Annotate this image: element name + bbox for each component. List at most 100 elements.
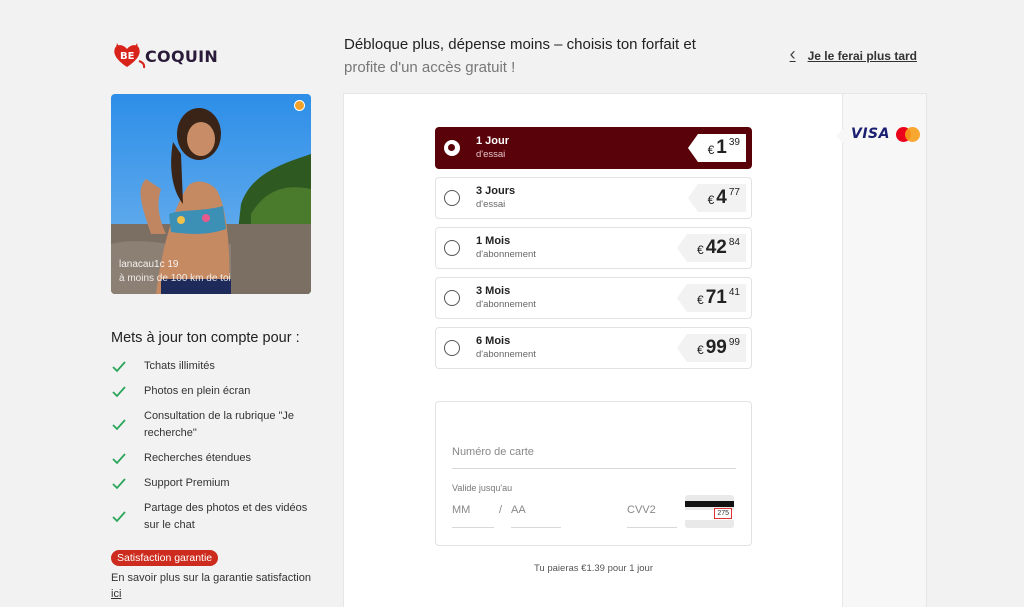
cvv-underline: [627, 527, 677, 528]
price-currency: €: [697, 293, 704, 307]
radio-button[interactable]: [444, 140, 460, 156]
radio-button[interactable]: [444, 290, 460, 306]
plan-option-6-mois[interactable]: 6 Mois d'abonnement € 99 99: [435, 327, 752, 369]
plan-option-3-jours[interactable]: 3 Jours d'essai € 4 77: [435, 177, 752, 219]
chevron-left-icon: ‹: [789, 44, 796, 64]
visa-logo: VISA: [851, 126, 890, 142]
page-headline: Débloque plus, dépense moins – choisis t…: [344, 33, 764, 79]
plan-type: d'abonnement: [476, 249, 536, 260]
plan-type: d'essai: [476, 149, 506, 160]
expiry-year-input[interactable]: AA: [511, 504, 526, 516]
price-integer: 1: [716, 137, 727, 158]
price-currency: €: [697, 243, 704, 257]
payment-summary: Tu paieras €1.39 pour 1 jour: [533, 563, 653, 574]
profile-name: lanacau1c 19: [119, 259, 179, 270]
price-currency: €: [697, 343, 704, 357]
devil-heart-icon: BE: [111, 37, 147, 71]
skip-link[interactable]: ‹ Je le ferai plus tard: [789, 44, 917, 66]
plan-name: 3 Jours: [476, 185, 516, 197]
benefit-item: Recherches étendues: [111, 450, 311, 467]
benefit-label: Partage des photos et des vidéos sur le …: [144, 502, 308, 531]
price-currency: €: [707, 143, 715, 157]
profile-card[interactable]: lanacau1c 19 à moins de 100 km de toi: [111, 94, 311, 294]
plan-option-1-jour[interactable]: 1 Jour d'essai € 1 39: [435, 127, 752, 169]
cvv-hint-card-icon: 275: [685, 495, 734, 528]
headline-text: Débloque plus, dépense moins – choisis t…: [344, 36, 696, 53]
checkmark-icon: [112, 419, 126, 431]
plan-price: € 71 41: [677, 284, 746, 312]
payment-logos: VISA: [851, 126, 920, 142]
benefit-label: Support Premium: [144, 477, 230, 489]
mastercard-icon: [895, 126, 920, 142]
price-integer: 42: [705, 237, 727, 258]
plan-labels: 6 Mois d'abonnement: [476, 334, 536, 362]
skip-link-label: Je le ferai plus tard: [807, 48, 917, 63]
benefits-list: Tchats illimités Photos en plein écran C…: [111, 358, 311, 542]
plan-labels: 3 Jours d'essai: [476, 184, 515, 212]
card-form: Numéro de carte Valide jusqu'au MM / AA …: [435, 401, 752, 546]
online-status-dot: [294, 100, 305, 111]
headline-subtext: profite d'un accès gratuit !: [344, 59, 516, 76]
checkmark-icon: [112, 477, 126, 489]
cvv-example: 275: [714, 508, 732, 519]
plan-list: 1 Jour d'essai € 1 39 3 Jours d'essai € …: [435, 127, 752, 377]
benefits-title: Mets à jour ton compte pour :: [111, 330, 300, 346]
benefit-label: Photos en plein écran: [144, 385, 251, 397]
checkmark-icon: [112, 385, 126, 397]
guarantee-link[interactable]: ici: [111, 588, 121, 600]
brand-logo[interactable]: BE COQUIN: [111, 37, 218, 71]
expiry-month-underline: [452, 527, 494, 528]
plan-option-1-mois[interactable]: 1 Mois d'abonnement € 42 84: [435, 227, 752, 269]
logo-heart-text: BE: [120, 51, 135, 62]
radio-button[interactable]: [444, 340, 460, 356]
plan-option-3-mois[interactable]: 3 Mois d'abonnement € 71 41: [435, 277, 752, 319]
benefit-item: Partage des photos et des vidéos sur le …: [111, 500, 311, 534]
benefit-label: Consultation de la rubrique "Je recherch…: [144, 410, 295, 439]
plan-labels: 1 Mois d'abonnement: [476, 234, 536, 262]
price-integer: 71: [705, 287, 727, 308]
price-decimal: 41: [728, 287, 740, 298]
expiry-label: Valide jusqu'au: [452, 483, 513, 493]
plan-name: 1 Mois: [476, 235, 511, 247]
benefit-label: Tchats illimités: [144, 360, 215, 372]
plan-name: 3 Mois: [476, 285, 511, 297]
benefit-item: Consultation de la rubrique "Je recherch…: [111, 408, 311, 442]
benefit-item: Support Premium: [111, 475, 311, 492]
satisfaction-badge: Satisfaction garantie: [111, 550, 219, 566]
price-integer: 4: [716, 187, 727, 208]
radio-button[interactable]: [444, 240, 460, 256]
card-number-input[interactable]: Numéro de carte: [452, 446, 534, 458]
guarantee-text: En savoir plus sur la garantie satisfact…: [111, 572, 311, 584]
plan-price: € 42 84: [677, 234, 746, 262]
benefit-label: Recherches étendues: [144, 452, 252, 464]
plan-name: 6 Mois: [476, 335, 511, 347]
plan-price: € 4 77: [687, 184, 746, 212]
plan-price: € 1 39: [687, 134, 746, 162]
expiry-separator: /: [499, 504, 503, 516]
guarantee-info: En savoir plus sur la garantie satisfact…: [111, 570, 311, 602]
expiry-month-input[interactable]: MM: [452, 504, 470, 516]
price-integer: 99: [705, 337, 727, 358]
plan-price: € 99 99: [677, 334, 746, 362]
price-decimal: 77: [728, 187, 740, 198]
plan-type: d'essai: [476, 199, 506, 210]
plan-type: d'abonnement: [476, 299, 536, 310]
plan-labels: 3 Mois d'abonnement: [476, 284, 536, 312]
radio-button[interactable]: [444, 190, 460, 206]
benefit-item: Tchats illimités: [111, 358, 311, 375]
benefit-item: Photos en plein écran: [111, 383, 311, 400]
price-decimal: 99: [728, 337, 740, 348]
payment-methods-panel: [843, 93, 927, 607]
price-decimal: 84: [728, 237, 740, 248]
expiry-year-underline: [511, 527, 561, 528]
logo-text: COQUIN: [145, 46, 219, 66]
checkmark-icon: [112, 511, 126, 523]
plan-name: 1 Jour: [476, 135, 510, 147]
checkmark-icon: [112, 360, 126, 372]
cvv-input[interactable]: CVV2: [627, 504, 656, 516]
checkmark-icon: [112, 452, 126, 464]
price-decimal: 39: [728, 137, 740, 148]
plan-type: d'abonnement: [476, 349, 536, 360]
panel-notch: [836, 128, 844, 144]
profile-distance: à moins de 100 km de toi: [119, 273, 231, 284]
